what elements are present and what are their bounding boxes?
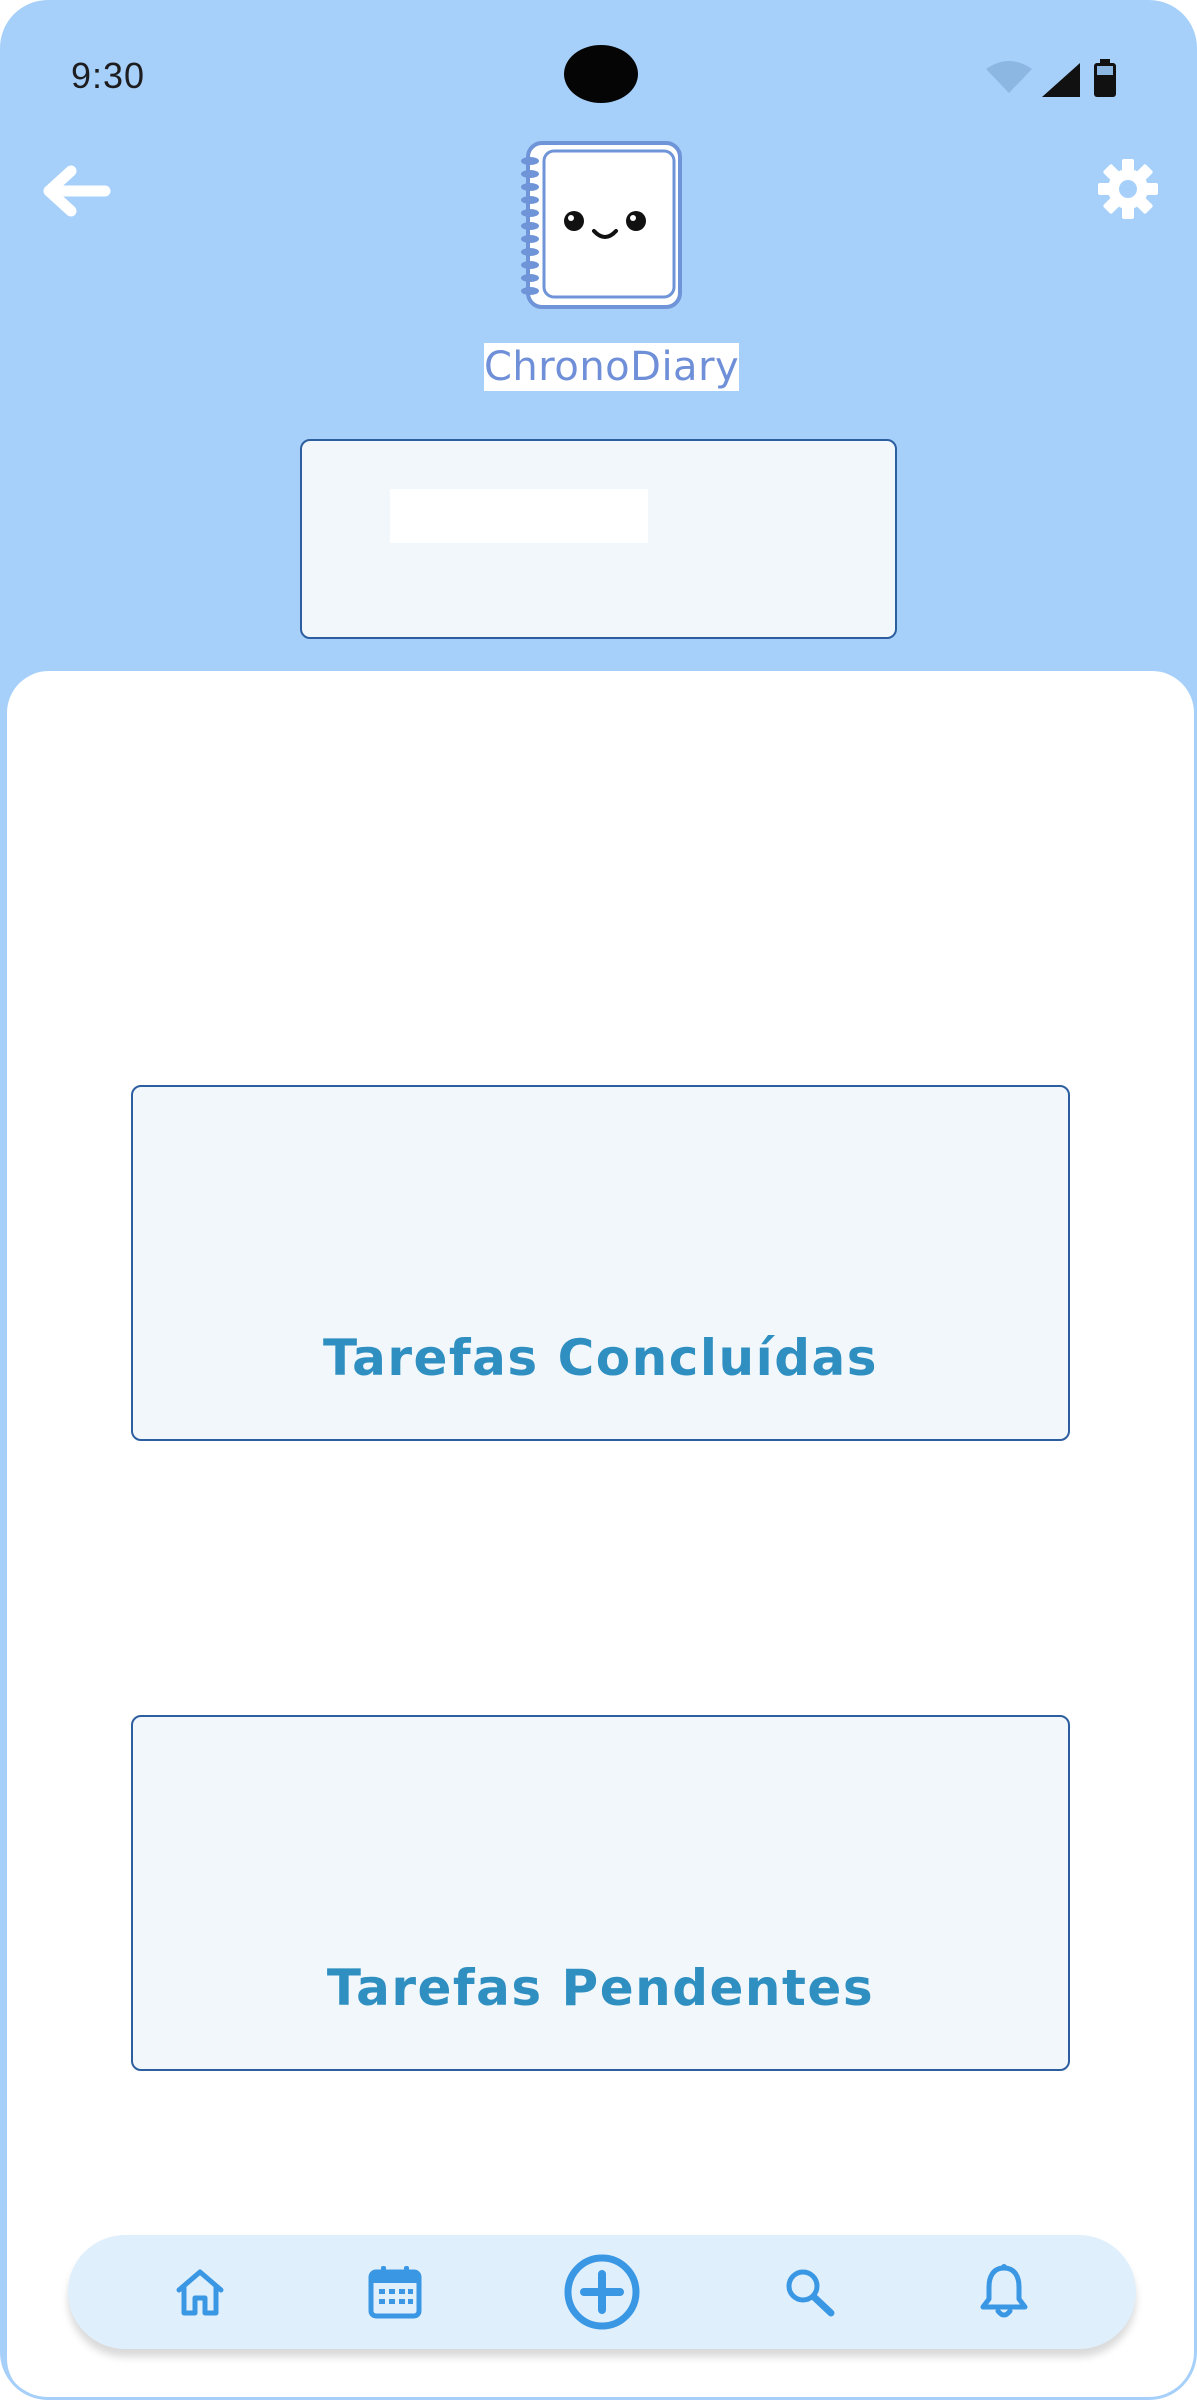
status-time: 9:30 <box>71 55 146 96</box>
back-button[interactable] <box>39 163 111 219</box>
wifi-icon <box>986 61 1032 93</box>
status-icons <box>984 59 1124 103</box>
gear-icon <box>1098 159 1158 219</box>
arrow-left-icon <box>43 165 111 217</box>
status-bar: 9:30 <box>3 3 1194 143</box>
bell-icon <box>980 2264 1028 2318</box>
nav-notifications[interactable] <box>959 2235 1049 2349</box>
add-circle-icon <box>564 2254 640 2330</box>
completed-tasks-card[interactable]: Tarefas Concluídas <box>131 1085 1070 1441</box>
nav-search[interactable] <box>764 2235 854 2349</box>
calendar-icon <box>368 2266 422 2319</box>
bottom-navigation <box>68 2235 1136 2349</box>
header-card <box>300 439 897 639</box>
header-card-placeholder <box>390 489 648 543</box>
settings-button[interactable] <box>1096 157 1160 221</box>
content-sheet <box>7 671 1194 2397</box>
nav-add[interactable] <box>557 2235 647 2349</box>
nav-calendar[interactable] <box>350 2235 440 2349</box>
completed-tasks-label: Tarefas Concluídas <box>322 1329 879 1387</box>
pending-tasks-label: Tarefas Pendentes <box>326 1959 875 2017</box>
app-name: ChronoDiary <box>484 343 740 391</box>
nav-home[interactable] <box>155 2235 245 2349</box>
front-camera <box>564 45 638 103</box>
app-logo <box>518 139 686 314</box>
signal-icon <box>1042 63 1080 97</box>
pending-tasks-card[interactable]: Tarefas Pendentes <box>131 1715 1070 2071</box>
battery-icon <box>1094 59 1116 97</box>
home-icon <box>176 2269 224 2316</box>
notebook-face-icon <box>521 141 682 309</box>
phone-screen: 9:30 ChronoDiary Tarefas Concluídas Tare… <box>0 0 1197 2400</box>
search-icon <box>786 2269 835 2317</box>
